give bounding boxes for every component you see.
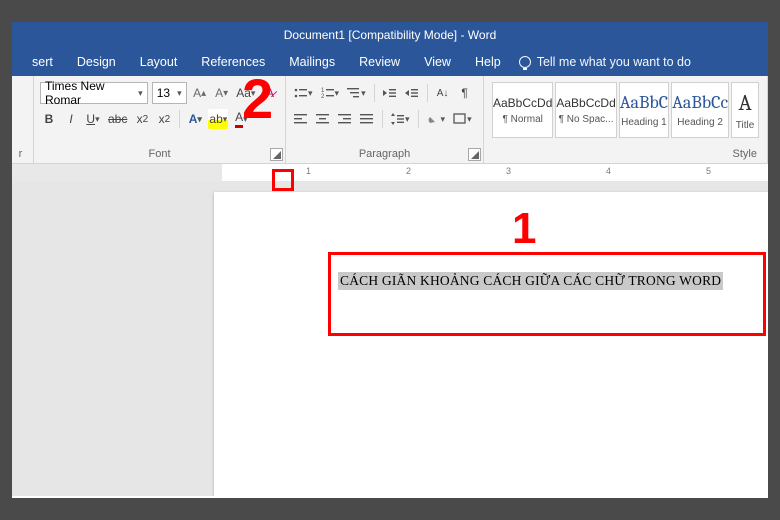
font-dialog-launcher[interactable] [270,148,283,161]
tab-design[interactable]: Design [65,48,128,76]
bold-button[interactable]: B [40,109,58,129]
ribbon: r Times New Romar▾ 13▾ A▴ A▾ Aa▾ [12,76,768,164]
subscript-button[interactable]: x2 [133,109,151,129]
style-no-spacing[interactable]: AaBbCcDd ¶ No Spac... [555,82,616,138]
sort-button[interactable]: A↓ [434,83,452,103]
superscript-button[interactable]: x2 [155,109,173,129]
show-marks-button[interactable]: ¶ [456,83,474,103]
tab-references[interactable]: References [189,48,277,76]
grow-font-button[interactable]: A▴ [191,83,209,103]
underline-button[interactable]: U▾ [84,109,102,129]
decrease-indent-button[interactable] [381,83,399,103]
multilevel-list-button[interactable]: ▾ [345,83,368,103]
svg-text:1: 1 [321,88,325,94]
tab-view[interactable]: View [412,48,463,76]
shading-button[interactable]: ▾ [425,109,448,129]
numbering-button[interactable]: 12▾ [319,83,342,103]
lightbulb-icon [519,56,531,68]
paragraph-dialog-launcher[interactable] [468,148,481,161]
shrink-font-button[interactable]: A▾ [213,83,231,103]
page[interactable] [214,192,768,496]
style-heading-1[interactable]: AaBbC Heading 1 [619,82,669,138]
bullets-button[interactable]: ▾ [292,83,315,103]
increase-indent-button[interactable] [403,83,421,103]
align-center-button[interactable] [314,109,332,129]
horizontal-ruler[interactable]: 1 2 3 4 5 [12,164,768,182]
tell-me-search[interactable]: Tell me what you want to do [519,55,691,69]
font-color-button[interactable]: A▾ [232,109,250,129]
title-bar: Document1 [Compatibility Mode] - Word [12,22,768,48]
italic-button[interactable]: I [62,109,80,129]
highlight-button[interactable]: ab▾ [208,109,228,129]
document-area[interactable]: CÁCH GIÃN KHOẢNG CÁCH GIỮA CÁC CHỮ TRONG… [12,182,768,496]
style-title[interactable]: A Title [731,82,759,138]
group-styles: AaBbCcDd ¶ Normal AaBbCcDd ¶ No Spac... … [484,76,768,163]
style-heading-2[interactable]: AaBbCc Heading 2 [671,82,729,138]
align-right-button[interactable] [336,109,354,129]
tab-help[interactable]: Help [463,48,513,76]
svg-text:2: 2 [321,94,325,99]
font-size-select[interactable]: 13▾ [152,82,187,104]
line-spacing-button[interactable]: ▾ [389,109,412,129]
align-left-button[interactable] [292,109,310,129]
change-case-button[interactable]: Aa▾ [235,83,257,103]
tab-insert[interactable]: sert [20,48,65,76]
group-paragraph: ▾ 12▾ ▾ A↓ ¶ [286,76,484,163]
tab-mailings[interactable]: Mailings [277,48,347,76]
group-font: Times New Romar▾ 13▾ A▴ A▾ Aa▾ A̷ B I U▾ [34,76,286,163]
style-normal[interactable]: AaBbCcDd ¶ Normal [492,82,553,138]
borders-button[interactable]: ▾ [451,109,474,129]
tab-layout[interactable]: Layout [128,48,190,76]
group-clipboard: r [12,76,34,163]
ribbon-tabs: sert Design Layout References Mailings R… [12,48,768,76]
strikethrough-button[interactable]: abc [106,109,129,129]
clear-formatting-button[interactable]: A̷ [261,83,279,103]
font-name-select[interactable]: Times New Romar▾ [40,82,148,104]
text-effects-button[interactable]: A▾ [186,109,204,129]
tab-review[interactable]: Review [347,48,412,76]
window-title: Document1 [Compatibility Mode] - Word [284,28,497,42]
selected-text[interactable]: CÁCH GIÃN KHOẢNG CÁCH GIỮA CÁC CHỮ TRONG… [338,272,723,290]
justify-button[interactable] [358,109,376,129]
